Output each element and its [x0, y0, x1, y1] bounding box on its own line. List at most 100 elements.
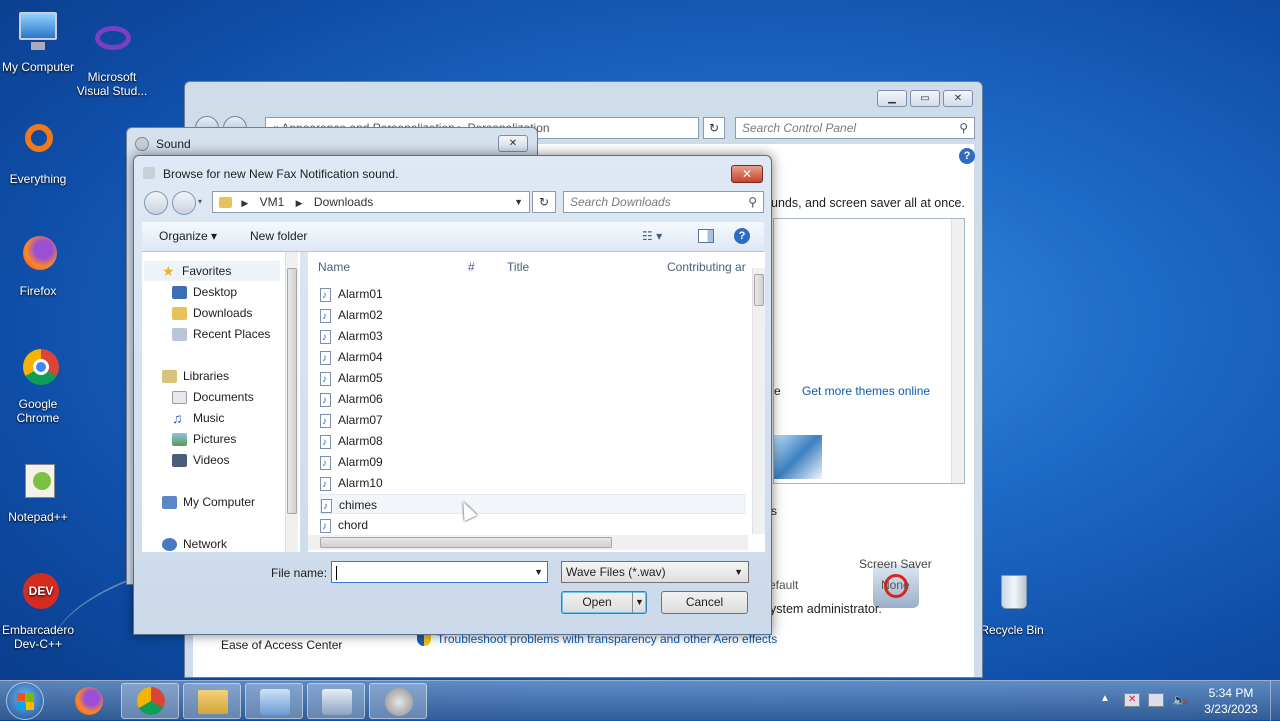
nav-recent-places[interactable]: Recent Places — [172, 324, 270, 344]
desktop-icon-recycle-bin[interactable]: Recycle Bin — [974, 573, 1050, 637]
nav-scrollbar[interactable] — [285, 252, 298, 552]
nav-downloads[interactable]: Downloads — [172, 303, 252, 323]
desktop-icon-firefox[interactable]: Firefox — [0, 234, 76, 298]
organize-button[interactable]: Organize ▾ — [159, 229, 217, 243]
list-item[interactable]: Alarm05 — [320, 368, 745, 390]
cancel-button[interactable]: Cancel — [661, 591, 748, 614]
screen-saver-label[interactable]: Screen Saver — [859, 557, 932, 571]
file-list[interactable]: Name # Title Contributing ar Alarm01 Alar… — [308, 252, 765, 552]
taskbar-explorer[interactable] — [183, 683, 241, 719]
open-button[interactable]: Open ▼ — [561, 591, 647, 614]
desktop-icon-devcpp[interactable]: DEV Embarcadero Dev-C++ — [0, 573, 76, 651]
help-icon[interactable]: ? — [959, 148, 975, 164]
desktop-icon-visual-studio[interactable]: Microsoft Visual Stud... — [74, 20, 150, 98]
nav-documents[interactable]: Documents — [172, 387, 254, 407]
nav-label: Favorites — [182, 264, 232, 278]
taskbar-firefox[interactable] — [60, 683, 118, 719]
get-more-themes-link[interactable]: Get more themes online — [802, 384, 930, 398]
list-item[interactable]: Alarm07 — [320, 410, 745, 432]
list-item[interactable]: Alarm10 — [320, 473, 745, 495]
file-list-vscrollbar[interactable] — [752, 268, 765, 534]
desktop-icon-label: My Computer — [1, 60, 75, 74]
file-list-hscrollbar[interactable] — [308, 535, 748, 550]
admin-text: ystem administrator. — [770, 602, 882, 616]
list-item[interactable]: Alarm04 — [320, 347, 745, 369]
devcpp-icon: DEV — [15, 573, 61, 619]
path-segment-vm1[interactable]: VM1 — [260, 195, 285, 209]
column-header-title[interactable]: Title — [507, 258, 529, 276]
nav-network[interactable]: Network — [162, 534, 227, 554]
list-item[interactable]: Alarm08 — [320, 431, 745, 453]
volume-muted-icon[interactable]: 🔈 ✕ — [1172, 693, 1189, 707]
desktop-icon-everything[interactable]: Everything — [0, 122, 76, 186]
nav-favorites[interactable]: ★ Favorites — [144, 261, 280, 281]
search-control-panel[interactable]: Search Control Panel ⚲ — [735, 117, 975, 139]
preview-pane-icon[interactable] — [698, 229, 714, 243]
list-item[interactable]: Alarm03 — [320, 326, 745, 348]
minimize-button[interactable]: ▁ — [877, 90, 907, 107]
list-item[interactable]: Alarm09 — [320, 452, 745, 474]
nav-libraries[interactable]: Libraries — [162, 366, 229, 386]
column-header-contributing[interactable]: Contributing ar — [667, 258, 749, 276]
new-folder-button[interactable]: New folder — [250, 229, 307, 243]
show-desktop-button[interactable] — [1270, 681, 1280, 721]
nav-music[interactable]: ♫ Music — [172, 408, 224, 428]
file-type-select[interactable]: Wave Files (*.wav) ▼ — [561, 561, 749, 583]
show-hidden-icons[interactable]: ▲ — [1100, 693, 1110, 704]
list-item[interactable]: chord — [320, 515, 745, 537]
desktop-icon-my-computer[interactable]: My Computer — [0, 10, 76, 74]
path-dropdown-icon[interactable]: ▼ — [514, 192, 523, 212]
nav-pictures[interactable]: Pictures — [172, 429, 236, 449]
folder-icon — [219, 197, 232, 209]
taskbar-sound[interactable] — [369, 683, 427, 719]
network-tray-icon[interactable] — [1148, 693, 1164, 707]
maximize-button[interactable]: ▭ — [910, 90, 940, 107]
dialog-close-button[interactable]: ✕ — [731, 165, 763, 183]
nav-my-computer[interactable]: My Computer — [162, 492, 255, 512]
file-name-input[interactable]: ▼ — [331, 561, 548, 583]
list-item[interactable]: Alarm01 — [320, 284, 745, 306]
nav-desktop[interactable]: Desktop — [172, 282, 237, 302]
folder-icon — [198, 690, 228, 714]
link-e[interactable]: e — [774, 384, 781, 398]
path-bar[interactable]: ▶ VM1 ▶ Downloads ▼ — [212, 191, 530, 213]
nav-videos[interactable]: Videos — [172, 450, 229, 470]
theme-list[interactable]: e Get more themes online — [773, 218, 965, 484]
refresh-button[interactable]: ↻ — [532, 191, 556, 213]
audio-file-icon — [320, 349, 331, 369]
desktop-icon-notepadpp[interactable]: Notepad++ — [0, 460, 76, 524]
action-center-icon[interactable]: ✕ — [1124, 693, 1140, 707]
view-options-icon[interactable]: ☷ ▾ — [642, 229, 662, 243]
list-item[interactable]: Alarm06 — [320, 389, 745, 411]
description-text: unds, and screen saver all at once. — [771, 196, 965, 210]
firefox-icon — [75, 687, 103, 715]
taskbar-chrome[interactable] — [121, 683, 179, 719]
help-icon[interactable]: ? — [734, 228, 750, 244]
column-header-name[interactable]: Name — [318, 258, 350, 276]
recent-pages-chevron-icon[interactable]: ▾ — [198, 197, 202, 206]
path-segment-downloads[interactable]: Downloads — [314, 195, 373, 209]
column-header-number[interactable]: # — [468, 258, 475, 276]
chrome-icon — [15, 347, 61, 393]
start-button[interactable] — [6, 682, 44, 720]
browse-dialog[interactable]: Browse for new New Fax Notification soun… — [133, 155, 772, 635]
taskbar-control-panel[interactable] — [245, 683, 303, 719]
list-item[interactable]: chimes — [320, 494, 745, 517]
sound-close-button[interactable]: ✕ — [498, 135, 528, 152]
ease-of-access-link[interactable]: Ease of Access Center — [221, 638, 342, 652]
theme-list-scrollbar[interactable] — [951, 219, 964, 483]
back-button[interactable] — [144, 191, 168, 215]
forward-button[interactable] — [172, 191, 196, 215]
refresh-button[interactable]: ↻ — [703, 117, 725, 139]
navigation-pane[interactable]: ★ Favorites Desktop Downloads Recent Plac… — [142, 252, 300, 552]
open-split-arrow-icon[interactable]: ▼ — [632, 592, 646, 613]
list-item[interactable]: Alarm02 — [320, 305, 745, 327]
taskbar-app[interactable] — [307, 683, 365, 719]
clock[interactable]: 5:34 PM 3/23/2023 — [1196, 685, 1266, 717]
chevron-down-icon[interactable]: ▼ — [534, 562, 543, 582]
search-downloads[interactable]: Search Downloads ⚲ — [563, 191, 764, 213]
audio-file-icon — [320, 286, 331, 306]
desktop-icon-chrome[interactable]: Google Chrome — [0, 347, 76, 425]
close-button[interactable]: ✕ — [943, 90, 973, 107]
theme-thumbnail[interactable] — [774, 435, 822, 479]
